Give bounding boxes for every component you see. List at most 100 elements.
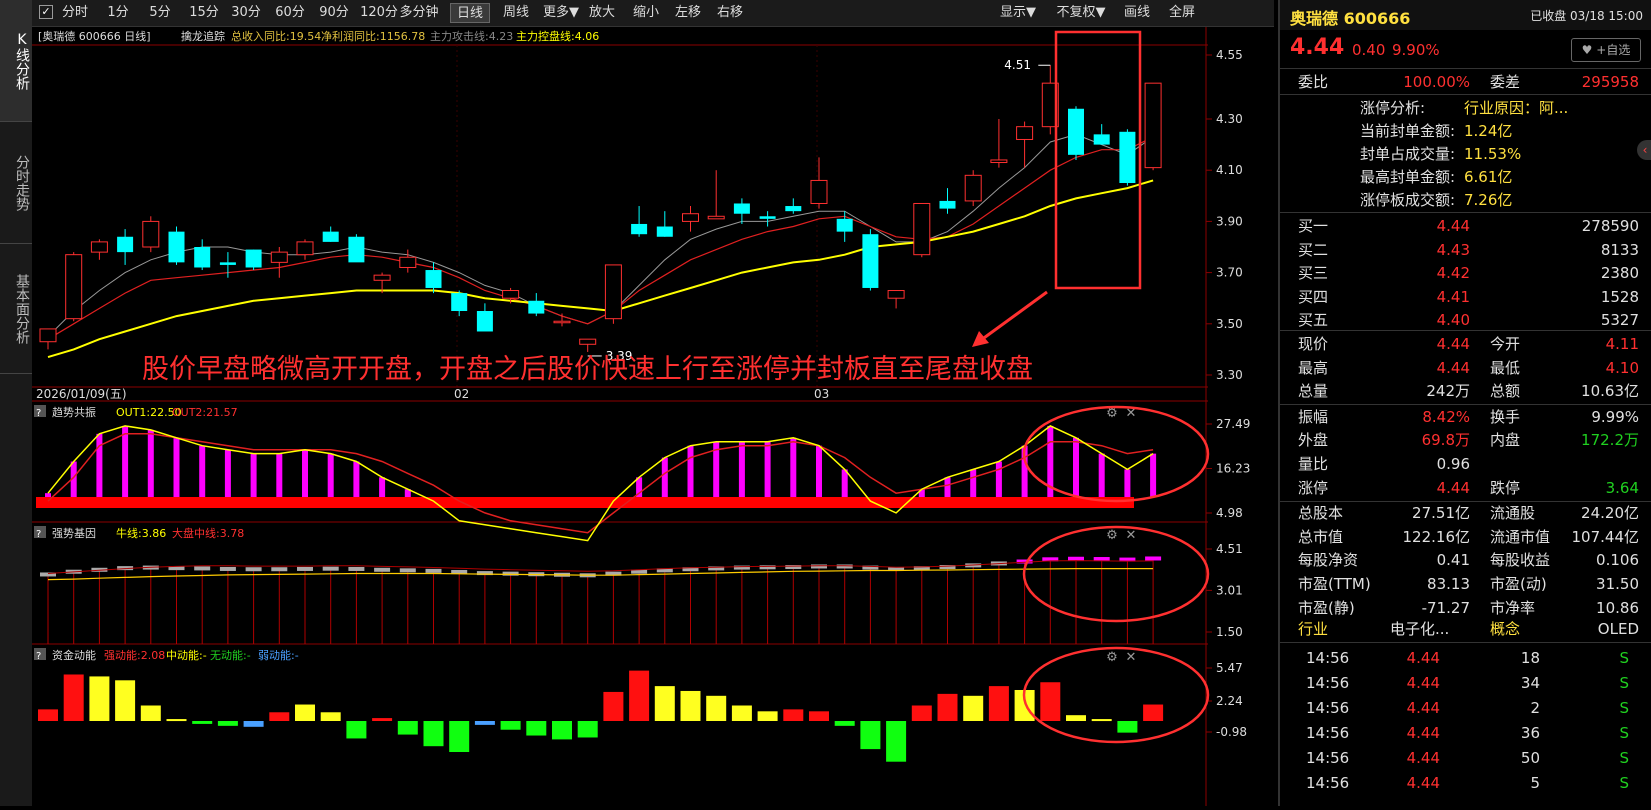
- bid-label: 买一: [1298, 217, 1329, 235]
- trend-bar: [738, 441, 745, 497]
- limit-label: 当前封单金额:: [1360, 122, 1456, 140]
- candle-body: [1119, 131, 1136, 183]
- toolbar-weekly-button[interactable]: 周线: [496, 3, 536, 23]
- bid-row: 买五 4.40 5327: [1280, 308, 1651, 332]
- toolbar-15min-button[interactable]: 15分: [184, 3, 224, 23]
- tick-price: 4.44: [1406, 699, 1440, 717]
- fund-bar: [731, 705, 752, 721]
- panel-name: 资金动能: [52, 648, 96, 662]
- y-tick-label: 3.30: [1216, 368, 1243, 382]
- toolbar-move-left-button[interactable]: 左移: [668, 3, 708, 23]
- out2-value: OUT2:21.57: [172, 406, 238, 419]
- bid-row: 买三 4.42 2380: [1280, 261, 1651, 285]
- close-icon[interactable]: ✕: [1126, 650, 1137, 665]
- limit-label: 涨停分析:: [1360, 99, 1426, 117]
- kline-chart[interactable]: [奥瑞德 600666 日线] 擒龙追踪 总收入同比:19.54 净利润同比:1156…: [32, 27, 1274, 806]
- candle-body: [65, 254, 83, 320]
- current-price: 4.44: [1290, 35, 1345, 60]
- bid-row: 买四 4.41 1528: [1280, 285, 1651, 309]
- fund-bar: [115, 680, 136, 721]
- toolbar-daily-button[interactable]: 日线: [450, 3, 490, 23]
- candle-body: [296, 241, 314, 256]
- concept-value[interactable]: OLED: [1598, 617, 1639, 641]
- toolbar-more-button[interactable]: 更多▼: [538, 3, 584, 23]
- stat-row: 总股本 27.51亿 流通股 24.20亿: [1280, 501, 1651, 525]
- limit-row: 封单占成交量: 11.53%: [1280, 142, 1651, 166]
- tab-time-share[interactable]: 分时走势: [0, 122, 32, 244]
- y-tick-label: 3.01: [1216, 583, 1243, 597]
- stat-label: 总额: [1490, 382, 1521, 401]
- trend-bar: [224, 449, 231, 497]
- candle-body: [270, 251, 288, 263]
- tick-price: 4.44: [1406, 724, 1440, 742]
- tick-row: 14:56 4.44 2 S: [1280, 696, 1651, 720]
- toolbar-60min-button[interactable]: 60分: [272, 3, 308, 23]
- toolbar-move-right-button[interactable]: 右移: [710, 3, 750, 23]
- trend-bar: [1150, 453, 1157, 497]
- toolbar-5min-button[interactable]: 5分: [142, 3, 178, 23]
- trend-bar: [199, 445, 206, 497]
- toolbar-1min-button[interactable]: 1分: [100, 3, 136, 23]
- bid-label: 买五: [1298, 311, 1329, 329]
- tick-direction: S: [1619, 749, 1629, 767]
- fund-bar: [1117, 721, 1138, 733]
- stat-row: 市盈(静) -71.27 市净率 10.86: [1280, 596, 1651, 620]
- candle-body: [39, 328, 57, 343]
- candle-body: [604, 264, 622, 320]
- toolbar-fenshi-button[interactable]: 分时: [56, 3, 94, 23]
- settings-icon[interactable]: ⚙: [1106, 528, 1118, 543]
- fund-bar: [629, 670, 650, 721]
- settings-icon[interactable]: ⚙: [1106, 650, 1118, 665]
- candle: [964, 170, 982, 207]
- mid-momentum: 中动能:-: [166, 648, 207, 662]
- gene-bar: [297, 566, 313, 571]
- fund-bar: [680, 690, 701, 721]
- tick-row: 14:56 4.44 50 S: [1280, 746, 1651, 770]
- candle-body: [1144, 82, 1162, 169]
- candle: [862, 229, 879, 291]
- limit-label: 最高封单金额:: [1360, 168, 1456, 186]
- gene-bar: [348, 566, 365, 571]
- fund-bar: [89, 676, 110, 721]
- toolbar-30min-button[interactable]: 30分: [228, 3, 264, 23]
- help-icon-glyph: ?: [36, 651, 41, 662]
- fund-bar: [860, 721, 881, 750]
- stat-value: 9.99%: [1591, 407, 1639, 426]
- collapse-arrow-icon[interactable]: ‹: [1637, 140, 1651, 160]
- toolbar-zoom-out-button[interactable]: 缩小: [626, 3, 666, 23]
- stat-value: 4.44: [1436, 358, 1470, 377]
- candle-body: [939, 200, 956, 209]
- fund-bar: [1143, 704, 1164, 721]
- checkbox-icon[interactable]: ✓: [39, 5, 53, 19]
- tab-kline-analysis[interactable]: K线分析: [0, 0, 32, 122]
- stat-label: 每股净资: [1298, 551, 1359, 570]
- stat-label: 振幅: [1298, 407, 1329, 426]
- bid-row: 买二 4.43 8133: [1280, 238, 1651, 262]
- attack-line-value: 主力攻击线:4.23: [430, 29, 513, 43]
- tick-row: 14:56 4.44 36 S: [1280, 721, 1651, 745]
- stat-row: 总量 242万 总额 10.63亿: [1280, 379, 1651, 403]
- toolbar-multi-min-button[interactable]: 多分钟: [394, 3, 444, 23]
- close-icon[interactable]: ✕: [1126, 528, 1137, 543]
- fund-bar: [192, 721, 213, 724]
- candle-body: [1068, 108, 1084, 155]
- weicha-value: 295958: [1581, 73, 1639, 91]
- toolbar-no-adjust-button[interactable]: 不复权▼: [1050, 3, 1112, 23]
- toolbar-90min-button[interactable]: 90分: [314, 3, 354, 23]
- industry-value[interactable]: 电子化...: [1390, 617, 1449, 641]
- candle-body: [810, 179, 828, 204]
- niu-line-value: 牛线:3.86: [116, 526, 166, 540]
- add-watchlist-button[interactable]: ♥ +自选: [1571, 38, 1641, 62]
- gene-bar: [836, 564, 853, 569]
- toolbar-zoom-in-button[interactable]: 放大: [582, 3, 622, 23]
- price-change: 0.40: [1352, 41, 1386, 59]
- toolbar-draw-line-button[interactable]: 画线: [1116, 3, 1158, 23]
- toolbar-display-button[interactable]: 显示▼: [992, 3, 1044, 23]
- toolbar-fullscreen-button[interactable]: 全屏: [1160, 3, 1204, 23]
- trend-bar: [687, 445, 694, 497]
- limit-value: 1.24亿: [1464, 122, 1513, 140]
- bid-volume: 2380: [1600, 264, 1639, 282]
- tab-fundamental[interactable]: 基本面分析: [0, 244, 32, 374]
- fund-bar: [372, 718, 393, 721]
- stat-value: 27.51亿: [1412, 504, 1470, 523]
